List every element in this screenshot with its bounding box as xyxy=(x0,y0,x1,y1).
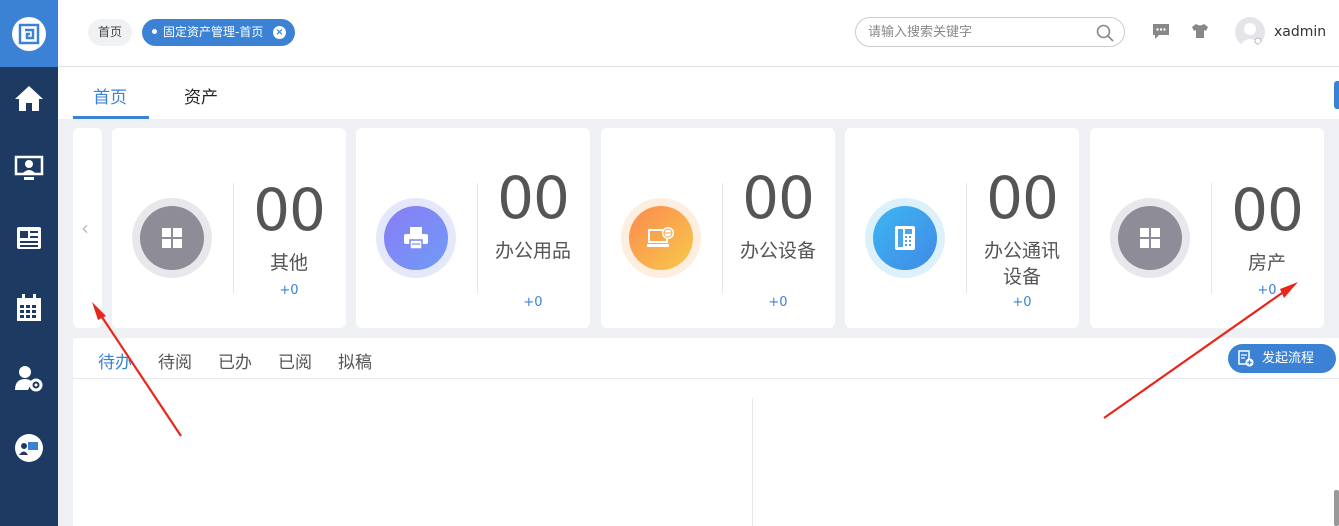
card-delta: +0 xyxy=(768,295,788,310)
sidebar-item-calendar[interactable] xyxy=(0,288,58,328)
card-count: 00 xyxy=(986,164,1059,232)
side-panel-handle[interactable] xyxy=(1334,81,1339,109)
card-name: 房产 xyxy=(1247,252,1286,274)
card-name: 办公通讯设备 xyxy=(983,240,1060,288)
sidebar-item-user-settings[interactable] xyxy=(0,358,58,398)
avatar[interactable] xyxy=(1235,17,1265,47)
tab-todo[interactable]: 待办 xyxy=(98,348,132,373)
search-icon[interactable] xyxy=(1096,24,1114,42)
card-delta: +0 xyxy=(1257,283,1277,298)
message-icon[interactable] xyxy=(1152,22,1170,40)
printer-icon xyxy=(404,227,428,250)
user-avatar-icon xyxy=(1239,23,1262,47)
newspaper-icon xyxy=(17,227,41,249)
search-input[interactable] xyxy=(868,18,1088,46)
tab-read[interactable]: 已阅 xyxy=(278,348,312,373)
card-count: 00 xyxy=(497,164,570,232)
main-tabs: 首页 资产 xyxy=(58,67,1339,119)
breadcrumb-home[interactable]: 首页 xyxy=(88,19,133,46)
user-screen-icon xyxy=(15,434,43,462)
computer-globe-icon xyxy=(647,227,674,247)
document-add-icon xyxy=(1238,350,1254,367)
sidebar-item-monitor[interactable] xyxy=(0,148,58,188)
tab-draft[interactable]: 拟稿 xyxy=(338,348,372,373)
panel-divider-line xyxy=(73,378,1339,379)
card-name: 其他 xyxy=(269,252,308,274)
card-delta: +0 xyxy=(523,295,543,310)
sidebar-item-user-monitor[interactable] xyxy=(0,428,58,468)
breadcrumb-active-label: 固定资产管理-首页 xyxy=(163,25,264,39)
card-delta: +0 xyxy=(279,283,299,298)
tab-to-read[interactable]: 待阅 xyxy=(158,348,192,373)
card-count: 00 xyxy=(253,176,326,244)
breadcrumb-active-tab[interactable]: 固定资产管理-首页 × xyxy=(142,19,295,46)
card-count: 00 xyxy=(1231,176,1304,244)
tab-assets[interactable]: 资产 xyxy=(184,83,218,108)
card-delta: +0 xyxy=(1012,295,1032,310)
card-name: 办公用品 xyxy=(494,240,571,262)
tab-done[interactable]: 已办 xyxy=(218,348,252,373)
user-gear-icon xyxy=(15,366,43,392)
asset-card-property[interactable]: 00 房产 +0 xyxy=(1090,128,1324,328)
username[interactable]: xadmin xyxy=(1274,24,1326,40)
theme-shirt-icon[interactable] xyxy=(1191,22,1209,40)
card-icon-ring xyxy=(865,198,945,278)
chevron-left-icon: ‹ xyxy=(81,216,89,240)
sidebar-item-news[interactable] xyxy=(0,218,58,258)
logo-icon xyxy=(18,23,40,44)
sidebar xyxy=(0,0,58,526)
sidebar-item-home[interactable] xyxy=(0,78,58,118)
card-name: 办公设备 xyxy=(739,240,816,262)
active-tab-indicator xyxy=(73,116,149,119)
card-count: 00 xyxy=(742,164,815,232)
card-icon-ring xyxy=(621,198,701,278)
card-icon-ring xyxy=(1110,198,1190,278)
start-workflow-button[interactable]: 发起流程 xyxy=(1228,344,1336,373)
start-workflow-label: 发起流程 xyxy=(1262,351,1315,366)
card-icon-ring xyxy=(132,198,212,278)
monitor-user-icon xyxy=(14,155,44,180)
workflow-panel: 待办 待阅 已办 已阅 拟稿 发起流程 xyxy=(73,338,1339,526)
top-bar: 首页 固定资产管理-首页 × xadmin xyxy=(58,0,1339,67)
carousel-prev[interactable]: ‹ xyxy=(73,128,102,328)
home-icon xyxy=(15,86,43,111)
asset-card-office-equipment[interactable]: 00 办公设备 +0 xyxy=(601,128,835,328)
telephone-icon xyxy=(895,226,915,250)
calendar-icon xyxy=(17,294,41,321)
tab-home[interactable]: 首页 xyxy=(93,83,127,108)
card-icon-ring xyxy=(376,198,456,278)
active-dot xyxy=(152,29,157,34)
app-logo[interactable] xyxy=(0,0,58,67)
asset-card-other[interactable]: 00 其他 +0 xyxy=(112,128,346,328)
scrollbar-thumb[interactable] xyxy=(1334,490,1339,526)
grid-icon xyxy=(162,228,182,248)
panel-column-divider xyxy=(752,398,753,526)
grid-icon xyxy=(1140,228,1160,248)
search-box xyxy=(855,17,1125,47)
close-icon[interactable]: × xyxy=(273,26,286,39)
asset-card-office-telecom[interactable]: 00 办公通讯设备 +0 xyxy=(845,128,1079,328)
asset-card-office-supplies[interactable]: 00 办公用品 +0 xyxy=(356,128,590,328)
